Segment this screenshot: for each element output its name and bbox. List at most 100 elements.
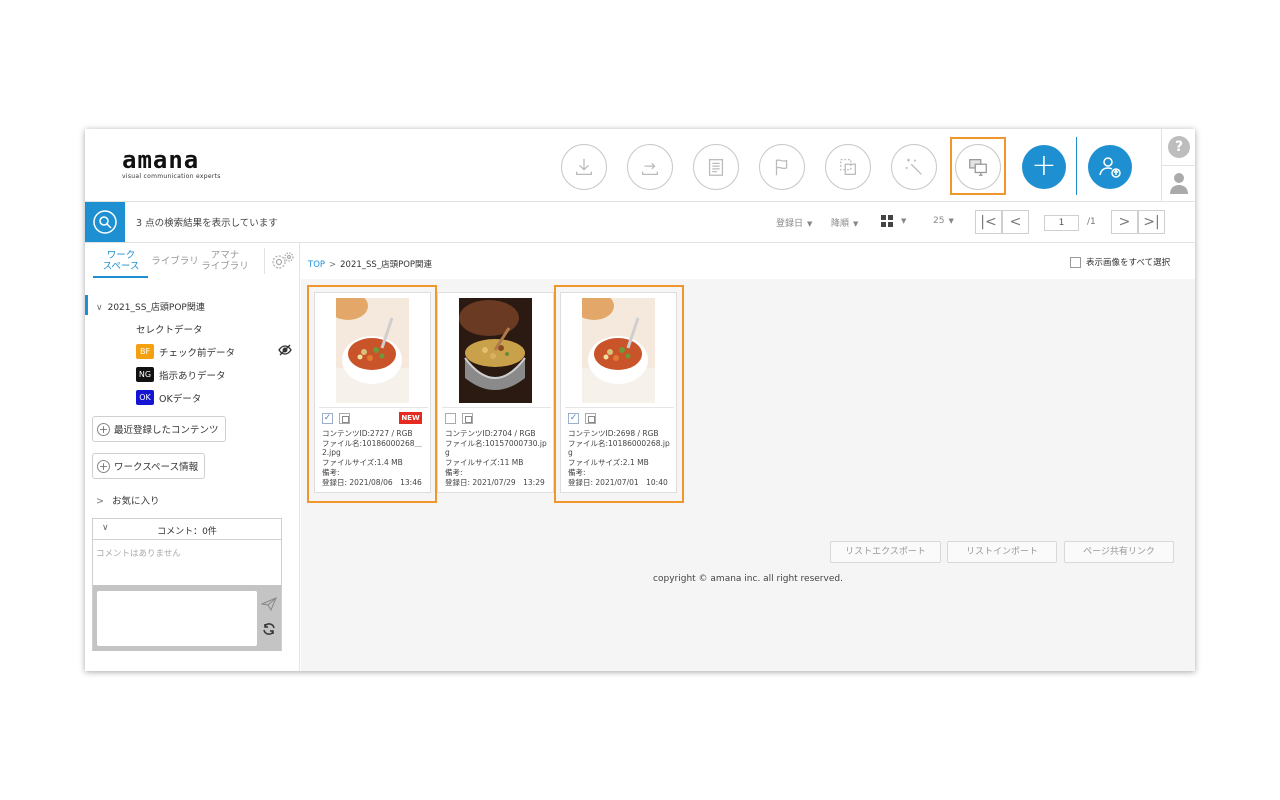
list-export-button[interactable]: リストエクスポート xyxy=(830,541,941,563)
tree-item-ng[interactable]: NG 指示ありデータ xyxy=(136,367,226,382)
caret-down-icon: ▼ xyxy=(807,220,813,228)
download-button[interactable] xyxy=(561,144,607,190)
card-checkbox[interactable]: ✓ xyxy=(322,413,333,424)
comment-composer xyxy=(93,585,281,651)
export-button[interactable] xyxy=(627,144,673,190)
flag-button[interactable] xyxy=(759,144,805,190)
grid-view-icon xyxy=(881,215,893,227)
content-id: コンテンツID:2727 / RGB xyxy=(322,429,413,438)
monitor-highlight-frame xyxy=(950,137,1006,195)
soup-thumbnail xyxy=(582,298,655,403)
tree-item-before-check[interactable]: BF チェック前データ xyxy=(136,344,235,359)
first-page-button[interactable]: |< xyxy=(975,210,1002,234)
magic-wand-icon xyxy=(905,158,922,175)
chevron-right-icon: > xyxy=(1118,214,1131,230)
workspace-info-button[interactable]: + ワークスペース情報 xyxy=(92,453,206,479)
tree-root-folder[interactable]: ∨ 2021_SS_店頭POP関連 xyxy=(96,300,205,313)
crop-button[interactable] xyxy=(825,144,871,190)
user-upload-icon xyxy=(1099,157,1121,178)
header-side-column: ? xyxy=(1161,129,1195,202)
favorites-toggle[interactable]: > お気に入り xyxy=(96,493,159,507)
comment-header: コメント：0件 ∨ xyxy=(93,519,281,540)
card-checkbox[interactable]: ✓ xyxy=(568,413,579,424)
comment-empty-text: コメントはありません xyxy=(96,549,181,559)
tab-workspace[interactable]: ワーク スペース xyxy=(97,250,145,272)
active-tab-underline xyxy=(93,276,148,278)
account-icon[interactable] xyxy=(1169,171,1189,195)
document-icon xyxy=(708,159,724,176)
copyright-text: copyright © amana inc. all right reserve… xyxy=(653,574,843,584)
tree-root-label: 2021_SS_店頭POP関連 xyxy=(107,303,205,313)
file-name: ファイル名:10157000730.jpg xyxy=(445,438,547,458)
help-button[interactable]: ? xyxy=(1168,136,1190,158)
tab-library[interactable]: ライブラリ xyxy=(151,256,199,267)
comment-title: コメント：0件 xyxy=(157,527,217,537)
sort-order-dropdown[interactable]: 降順 ▼ xyxy=(831,216,858,229)
per-page-dropdown[interactable]: 25 ▼ xyxy=(933,216,954,226)
expand-icon[interactable] xyxy=(585,413,596,424)
tab-workspace-line1: ワーク xyxy=(106,250,136,261)
download-icon xyxy=(576,158,592,175)
content-card[interactable]: コンテンツID:2704 / RGB ファイル名:10157000730.jpg… xyxy=(437,292,554,493)
card-divider xyxy=(442,407,551,408)
content-id: コンテンツID:2704 / RGB xyxy=(445,429,536,438)
tree-item-ok[interactable]: OK OKデータ xyxy=(136,390,201,405)
first-page-icon: |< xyxy=(980,214,997,230)
note: 備考: xyxy=(322,467,340,477)
eye-slash-icon[interactable] xyxy=(278,344,292,356)
page-number-input[interactable] xyxy=(1044,215,1079,231)
search-button[interactable] xyxy=(85,202,125,242)
tab-amana-line2: ライブラリ xyxy=(201,261,249,272)
tree-item-select-data[interactable]: セレクトデータ xyxy=(136,322,203,336)
file-size: ファイルサイズ:2.1 MB xyxy=(568,458,649,468)
export-icon xyxy=(642,162,658,175)
document-button[interactable] xyxy=(693,144,739,190)
refresh-icon[interactable] xyxy=(261,621,277,637)
breadcrumb-top-link[interactable]: TOP xyxy=(308,260,325,270)
logo-tagline: visual communication experts xyxy=(122,173,221,180)
upload-user-button[interactable] xyxy=(1088,145,1132,189)
gear-icon[interactable] xyxy=(270,251,296,271)
comment-input[interactable] xyxy=(97,591,257,646)
list-import-button[interactable]: リストインポート xyxy=(947,541,1057,563)
sort-field-dropdown[interactable]: 登録日 ▼ xyxy=(776,216,812,229)
tab-amana-library[interactable]: アマナ ライブラリ xyxy=(201,250,249,272)
caret-down-icon: ▼ xyxy=(948,217,954,225)
chevron-down-icon: ∨ xyxy=(102,523,109,533)
page-share-link-button[interactable]: ページ共有リンク xyxy=(1064,541,1174,563)
tree-item-label: セレクトデータ xyxy=(136,325,203,336)
magic-wand-button[interactable] xyxy=(891,144,937,190)
check-icon: ✓ xyxy=(323,413,332,423)
comment-collapse-toggle[interactable]: ∨ xyxy=(102,523,109,533)
tree-item-label: 指示ありデータ xyxy=(159,370,226,382)
card-meta: コンテンツID:2704 / RGB ファイル名:10157000730.jpg… xyxy=(445,429,551,487)
chevron-right-icon: > xyxy=(96,496,104,507)
last-page-button[interactable]: >| xyxy=(1138,210,1165,234)
search-bar: 3 点の検索結果を表示しています 登録日▼ 降順▼ ▼ 25▼ |< < /1 … xyxy=(85,202,1195,243)
tab-separator xyxy=(264,248,265,274)
next-page-button[interactable]: > xyxy=(1111,210,1138,234)
recent-contents-label: 最近登録したコンテンツ xyxy=(114,425,219,436)
breadcrumb: TOP >2021_SS_店頭POP関連 xyxy=(308,258,432,270)
content-card[interactable]: ✓ NEW コンテンツID:2727 / RGB ファイル名:101860002… xyxy=(314,292,431,493)
side-separator xyxy=(1162,165,1195,166)
file-size: ファイルサイズ:11 MB xyxy=(445,458,524,468)
send-icon[interactable] xyxy=(261,597,277,611)
stew-pot-thumbnail xyxy=(459,298,532,403)
breadcrumb-bar: TOP >2021_SS_店頭POP関連 表示画像をすべて選択 xyxy=(301,243,1195,279)
card-checkbox[interactable] xyxy=(445,413,456,424)
prev-page-button[interactable]: < xyxy=(1002,210,1029,234)
content-card[interactable]: ✓ コンテンツID:2698 / RGB ファイル名:10186000268.j… xyxy=(560,292,677,493)
card-meta: コンテンツID:2727 / RGB ファイル名:10186000268＿2.j… xyxy=(322,429,428,487)
view-mode-dropdown[interactable]: ▼ xyxy=(881,215,906,227)
favorites-label: お気に入り xyxy=(111,496,160,507)
recent-contents-button[interactable]: + 最近登録したコンテンツ xyxy=(92,416,226,442)
select-all-checkbox[interactable]: 表示画像をすべて選択 xyxy=(1070,256,1170,268)
amana-logo[interactable]: amana visual communication experts xyxy=(122,148,221,180)
expand-icon[interactable] xyxy=(462,413,473,424)
bf-badge: BF xyxy=(136,344,154,359)
expand-icon[interactable] xyxy=(339,413,350,424)
chevron-down-icon: ∨ xyxy=(96,303,103,313)
per-page-label: 25 xyxy=(933,216,945,226)
add-content-button[interactable]: + xyxy=(1022,145,1066,189)
